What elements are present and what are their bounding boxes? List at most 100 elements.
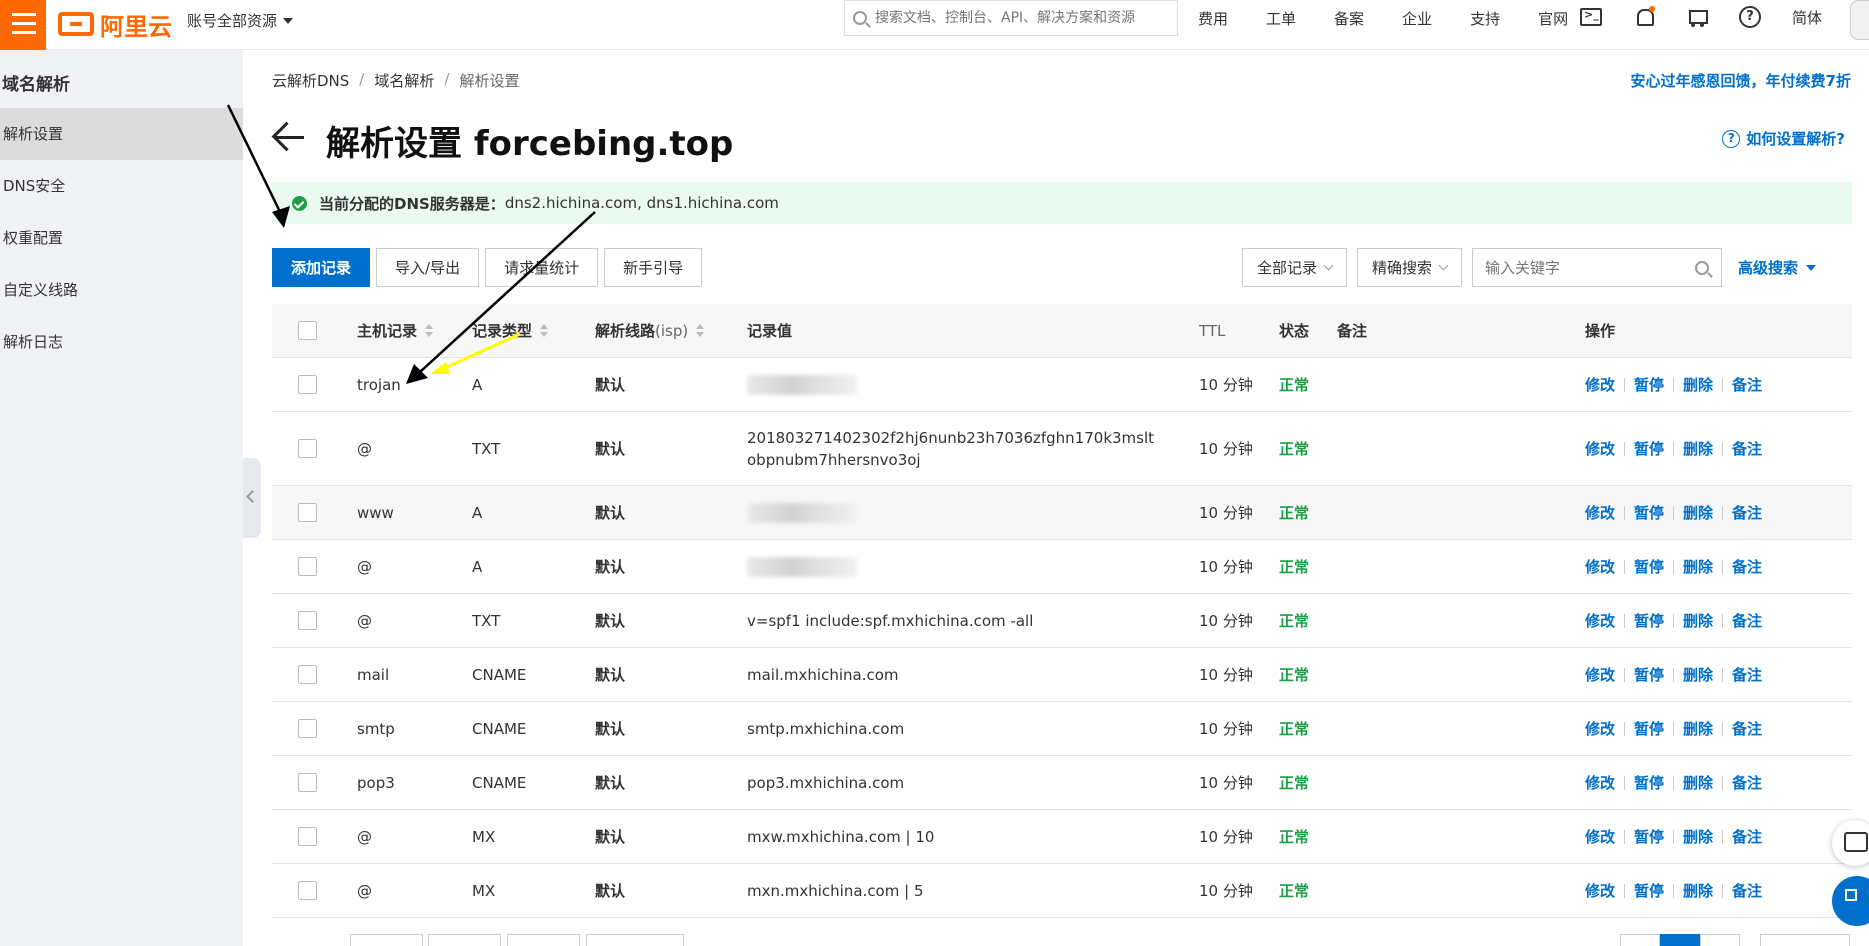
remark-record-link[interactable]: 备注	[1732, 556, 1762, 577]
row-checkbox[interactable]	[298, 557, 317, 576]
pause-record-link[interactable]: 暂停	[1634, 610, 1664, 631]
aliyun-logo[interactable]: 阿里云	[58, 6, 172, 42]
nav-icp-filing[interactable]: 备案	[1334, 8, 1364, 29]
page-size-select[interactable]	[1760, 934, 1850, 946]
help-icon[interactable]: ?	[1739, 6, 1761, 28]
col-type[interactable]: 记录类型	[472, 304, 549, 357]
edit-record-link[interactable]: 修改	[1585, 610, 1615, 631]
back-arrow-icon[interactable]	[272, 120, 306, 154]
edit-record-link[interactable]: 修改	[1585, 718, 1615, 739]
pause-record-link[interactable]: 暂停	[1634, 502, 1664, 523]
row-checkbox[interactable]	[298, 665, 317, 684]
pause-record-link[interactable]: 暂停	[1634, 718, 1664, 739]
pause-record-link[interactable]: 暂停	[1634, 664, 1664, 685]
edit-record-link[interactable]: 修改	[1585, 502, 1615, 523]
edit-record-link[interactable]: 修改	[1585, 556, 1615, 577]
account-resource-switcher[interactable]: 账号全部资源	[187, 10, 294, 31]
hamburger-menu-button[interactable]	[0, 0, 46, 50]
keyword-input[interactable]	[1485, 258, 1686, 277]
remark-record-link[interactable]: 备注	[1732, 880, 1762, 901]
remark-record-link[interactable]: 备注	[1732, 438, 1762, 459]
pause-record-link[interactable]: 暂停	[1634, 826, 1664, 847]
remark-record-link[interactable]: 备注	[1732, 374, 1762, 395]
col-host[interactable]: 主机记录	[357, 304, 434, 357]
delete-record-link[interactable]: 删除	[1683, 610, 1713, 631]
nav-enterprise[interactable]: 企业	[1402, 8, 1432, 29]
row-checkbox[interactable]	[298, 773, 317, 792]
keyword-search[interactable]	[1472, 248, 1723, 287]
remark-record-link[interactable]: 备注	[1732, 718, 1762, 739]
beginner-guide-button[interactable]: 新手引导	[604, 248, 703, 287]
advanced-search-toggle[interactable]: 高级搜索	[1738, 257, 1817, 278]
pause-record-link[interactable]: 暂停	[1634, 880, 1664, 901]
sidebar-item-custom-lines[interactable]: 自定义线路	[0, 264, 243, 316]
bell-icon[interactable]	[1633, 6, 1655, 28]
sidebar-collapse-handle[interactable]	[243, 458, 261, 538]
avatar[interactable]	[1850, 0, 1869, 40]
nav-support[interactable]: 支持	[1470, 8, 1500, 29]
pager-next[interactable]	[1700, 934, 1740, 946]
global-search-input[interactable]	[875, 10, 1165, 26]
select-all-checkbox[interactable]	[298, 321, 317, 340]
delete-record-link[interactable]: 删除	[1683, 502, 1713, 523]
batch-action-button[interactable]	[586, 934, 684, 946]
row-checkbox[interactable]	[298, 439, 317, 458]
delete-record-link[interactable]: 删除	[1683, 374, 1713, 395]
delete-record-link[interactable]: 删除	[1683, 772, 1713, 793]
delete-record-link[interactable]: 删除	[1683, 826, 1713, 847]
import-export-button[interactable]: 导入/导出	[376, 248, 480, 287]
breadcrumb-cloud-dns[interactable]: 云解析DNS	[272, 70, 349, 91]
promo-link[interactable]: 安心过年感恩回馈，年付续费7折	[1631, 70, 1851, 91]
row-checkbox[interactable]	[298, 881, 317, 900]
batch-action-button[interactable]	[350, 934, 423, 946]
pause-record-link[interactable]: 暂停	[1634, 438, 1664, 459]
edit-record-link[interactable]: 修改	[1585, 772, 1615, 793]
remark-record-link[interactable]: 备注	[1732, 826, 1762, 847]
pause-record-link[interactable]: 暂停	[1634, 556, 1664, 577]
pager-prev[interactable]	[1620, 934, 1660, 946]
add-record-button[interactable]: 添加记录	[272, 248, 371, 287]
how-to-set-dns-link[interactable]: ? 如何设置解析?	[1722, 128, 1845, 149]
sidebar-item-weight-config[interactable]: 权重配置	[0, 212, 243, 264]
edit-record-link[interactable]: 修改	[1585, 664, 1615, 685]
sidebar-item-dns-security[interactable]: DNS安全	[0, 160, 243, 212]
row-checkbox[interactable]	[298, 827, 317, 846]
sidebar-item-dns-settings[interactable]: 解析设置	[0, 108, 243, 160]
batch-action-button[interactable]	[507, 934, 580, 946]
apps-grid-icon[interactable]	[1832, 876, 1869, 926]
delete-record-link[interactable]: 删除	[1683, 438, 1713, 459]
global-search[interactable]	[844, 0, 1178, 36]
terminal-icon[interactable]	[1580, 8, 1602, 26]
pause-record-link[interactable]: 暂停	[1634, 772, 1664, 793]
row-checkbox[interactable]	[298, 375, 317, 394]
remark-record-link[interactable]: 备注	[1732, 610, 1762, 631]
language-switch[interactable]: 简体	[1792, 7, 1822, 28]
cart-icon[interactable]	[1686, 6, 1708, 28]
nav-official-site[interactable]: 官网	[1538, 8, 1568, 29]
row-checkbox[interactable]	[298, 503, 317, 522]
remark-record-link[interactable]: 备注	[1732, 664, 1762, 685]
delete-record-link[interactable]: 删除	[1683, 880, 1713, 901]
row-checkbox[interactable]	[298, 611, 317, 630]
delete-record-link[interactable]: 删除	[1683, 664, 1713, 685]
edit-record-link[interactable]: 修改	[1585, 374, 1615, 395]
breadcrumb-domain-dns[interactable]: 域名解析	[374, 70, 434, 91]
col-line[interactable]: 解析线路 (isp)	[595, 304, 705, 357]
row-checkbox[interactable]	[298, 719, 317, 738]
delete-record-link[interactable]: 删除	[1683, 556, 1713, 577]
nav-tickets[interactable]: 工单	[1266, 8, 1296, 29]
batch-action-button[interactable]	[428, 934, 501, 946]
remark-record-link[interactable]: 备注	[1732, 502, 1762, 523]
delete-record-link[interactable]: 删除	[1683, 718, 1713, 739]
pause-record-link[interactable]: 暂停	[1634, 374, 1664, 395]
edit-record-link[interactable]: 修改	[1585, 438, 1615, 459]
search-mode-select[interactable]: 精确搜索	[1357, 248, 1463, 287]
request-stats-button[interactable]: 请求量统计	[485, 248, 599, 287]
edit-record-link[interactable]: 修改	[1585, 880, 1615, 901]
search-icon[interactable]	[1695, 260, 1710, 275]
remark-record-link[interactable]: 备注	[1732, 772, 1762, 793]
pager-current-page[interactable]	[1660, 934, 1700, 946]
record-scope-select[interactable]: 全部记录	[1242, 248, 1348, 287]
sidebar-item-dns-logs[interactable]: 解析日志	[0, 316, 243, 368]
edit-record-link[interactable]: 修改	[1585, 826, 1615, 847]
